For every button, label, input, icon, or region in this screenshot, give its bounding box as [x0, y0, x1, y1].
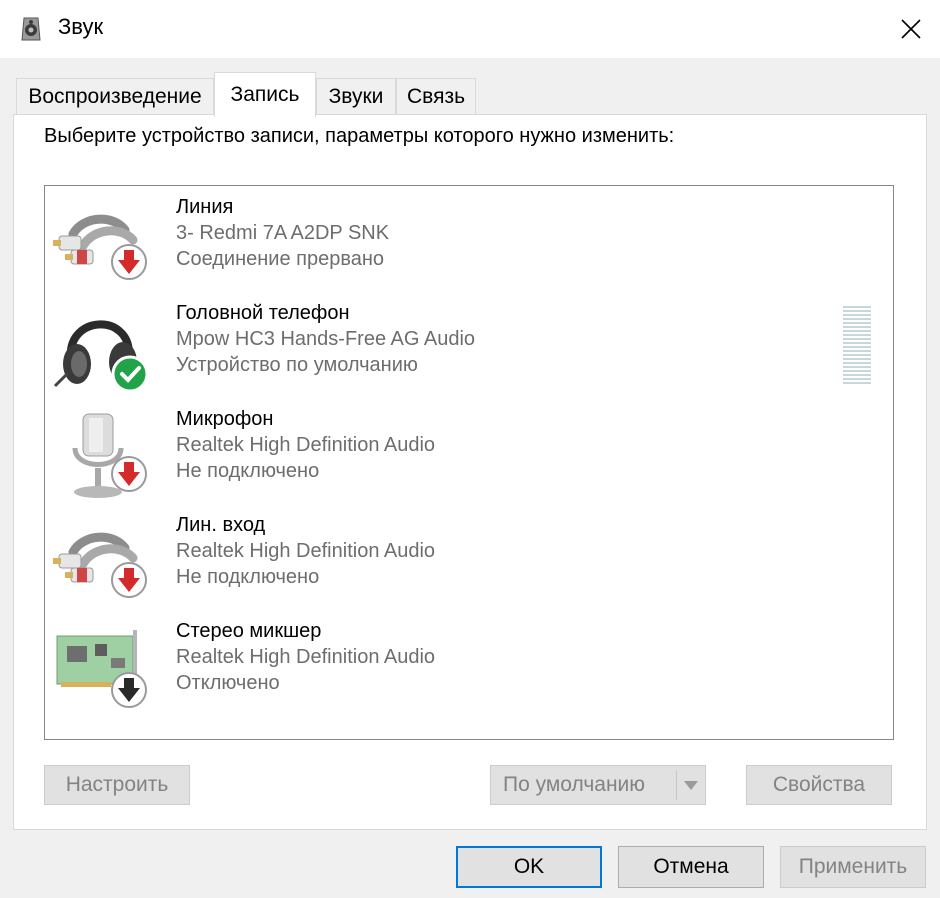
tab-communications[interactable]: Связь — [396, 78, 476, 114]
level-meter-segment — [843, 366, 871, 368]
level-meter-segment — [843, 334, 871, 336]
device-description: Mpow HC3 Hands-Free AG Audio — [176, 328, 476, 350]
level-meter-segment — [843, 354, 871, 356]
device-status: Отключено — [176, 672, 280, 694]
device-description: Realtek High Definition Audio — [176, 646, 436, 668]
close-icon — [901, 19, 921, 39]
tab-sounds[interactable]: Звуки — [316, 78, 396, 114]
default-check-icon — [111, 355, 149, 393]
set-default-split-button[interactable]: По умолчанию — [490, 765, 706, 805]
level-meter-segment — [843, 346, 871, 348]
set-default-label: По умолчанию — [503, 773, 646, 796]
level-meter-segment — [843, 358, 871, 360]
line-cable-icon — [53, 214, 147, 280]
window-title: Звук — [58, 14, 104, 39]
device-item-line[interactable]: Линия 3- Redmi 7A A2DP SNK Соединение пр… — [45, 186, 893, 292]
line-cable-icon — [53, 532, 147, 598]
device-description: 3- Redmi 7A A2DP SNK — [176, 222, 390, 244]
level-meter-segment — [843, 306, 871, 308]
level-meter-segment — [843, 370, 871, 372]
level-meter-segment — [843, 310, 871, 312]
device-status: Соединение прервано — [176, 248, 385, 270]
set-default-dropdown[interactable] — [676, 770, 705, 800]
device-name: Линия — [176, 196, 234, 218]
chevron-down-icon — [684, 781, 698, 790]
apply-button[interactable]: Применить — [780, 846, 926, 888]
level-meter-segment — [843, 374, 871, 376]
instruction-text: Выберите устройство записи, параметры ко… — [44, 125, 675, 147]
ok-button[interactable]: OK — [456, 846, 602, 888]
level-meter-segment — [843, 326, 871, 328]
level-meter-segment — [843, 362, 871, 364]
level-meter-segment — [843, 338, 871, 340]
level-meter — [843, 306, 871, 384]
speaker-icon — [21, 17, 41, 41]
device-name: Головной телефон — [176, 302, 350, 324]
device-name: Лин. вход — [176, 514, 266, 536]
sound-card-icon — [56, 630, 147, 708]
cancel-button[interactable]: Отмена — [618, 846, 764, 888]
device-status: Не подключено — [176, 566, 320, 588]
microphone-icon — [72, 413, 147, 498]
level-meter-segment — [843, 322, 871, 324]
device-item-headset[interactable]: Головной телефон Mpow HC3 Hands-Free AG … — [45, 292, 893, 398]
level-meter-segment — [843, 342, 871, 344]
tab-playback[interactable]: Воспроизведение — [16, 78, 214, 114]
device-status: Устройство по умолчанию — [176, 354, 418, 376]
properties-button[interactable]: Свойства — [746, 765, 892, 805]
device-item-stereo-mix[interactable]: Стерео микшер Realtek High Definition Au… — [45, 610, 893, 716]
configure-button[interactable]: Настроить — [44, 765, 190, 805]
device-name: Стерео микшер — [176, 620, 322, 642]
level-meter-segment — [843, 318, 871, 320]
device-status: Не подключено — [176, 460, 320, 482]
close-button[interactable] — [882, 0, 940, 58]
headset-icon — [53, 320, 149, 393]
device-list[interactable]: Линия 3- Redmi 7A A2DP SNK Соединение пр… — [44, 185, 894, 740]
device-item-line-in[interactable]: Лин. вход Realtek High Definition Audio … — [45, 504, 893, 610]
device-description: Realtek High Definition Audio — [176, 540, 436, 562]
level-meter-segment — [843, 382, 871, 384]
device-item-microphone[interactable]: Микрофон Realtek High Definition Audio Н… — [45, 398, 893, 504]
level-meter-segment — [843, 378, 871, 380]
device-description: Realtek High Definition Audio — [176, 434, 436, 456]
level-meter-segment — [843, 330, 871, 332]
recording-panel: Выберите устройство записи, параметры ко… — [13, 114, 927, 830]
device-name: Микрофон — [176, 408, 274, 430]
tab-recording[interactable]: Запись — [214, 72, 316, 117]
level-meter-segment — [843, 314, 871, 316]
title-bar: Звук — [0, 0, 940, 58]
level-meter-segment — [843, 350, 871, 352]
